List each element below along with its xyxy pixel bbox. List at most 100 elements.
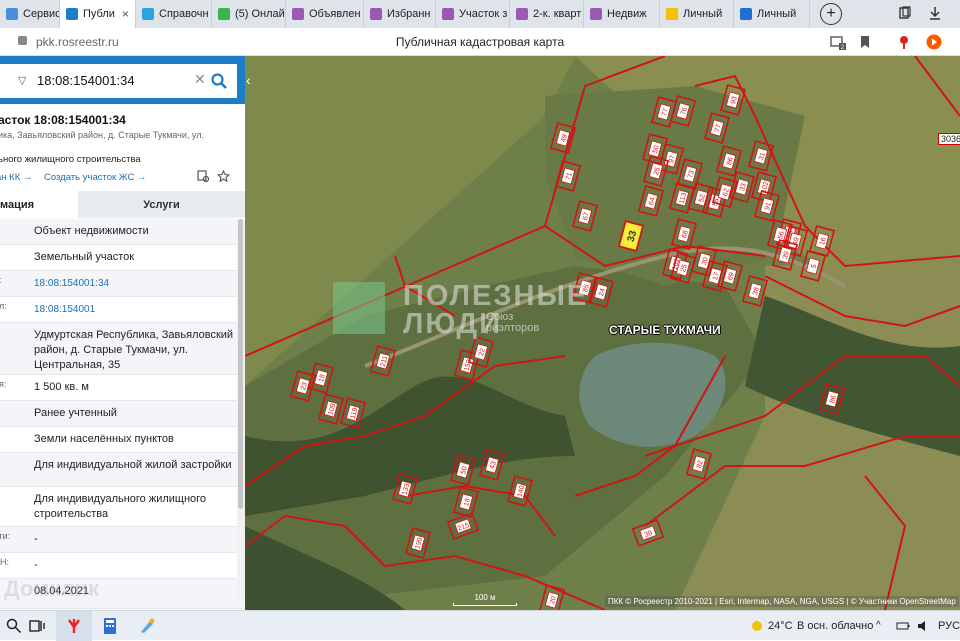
tab-label: (5) Онлай [235,8,285,20]
browser-tab[interactable]: Справочн [136,0,212,28]
address-bar: pkk.rosreestr.ru Публичная кадастровая к… [0,28,960,56]
map-attribution: ПКК © Росреестр 2010-2021 | Esri, Interm… [605,596,959,607]
create-parcel-link[interactable]: Создать участок ЖС → [44,172,146,183]
tab-label: Публи [83,8,115,20]
browser-tab[interactable]: Личный [734,0,810,28]
attribute-row: Для индивидуальной жилой застройки [0,453,245,487]
search-input[interactable]: 18:08:154001:34 [37,73,135,88]
paint-icon[interactable] [138,617,156,635]
tab-favicon-icon [590,8,602,20]
weather-icon [752,621,762,631]
attribute-value: Земельный участок [34,251,135,263]
lock-icon [18,36,27,45]
tab-label: Объявлен [309,8,361,20]
new-tab-button[interactable]: + [820,3,842,25]
parcel-title: асток 18:08:154001:34 [0,113,126,127]
bookmark-icon[interactable] [857,34,873,50]
browser-tab[interactable]: Личный [660,0,734,28]
task-view-icon[interactable] [28,617,46,635]
tab-label: Участок з [459,8,508,20]
browser-tab[interactable]: Публи × [60,0,136,28]
temperature-label: 24°C [768,620,793,632]
attribute-row: р: 18:08:154001:34 [0,271,245,297]
close-tab-icon[interactable]: × [122,7,129,21]
battery-icon[interactable] [896,619,910,633]
attribute-row: ал: 18:08:154001 [0,297,245,323]
attribute-value: Объект недвижимости [34,225,149,237]
attribute-row: Ранее учтенный [0,401,245,427]
parcel[interactable]: 38 [741,275,769,307]
attribute-link[interactable]: 18:08:154001 [34,302,239,317]
parcel[interactable]: 20 [538,584,566,610]
watermark-logo [333,282,385,334]
play-icon[interactable] [926,34,942,50]
copy-icon[interactable] [197,170,210,183]
star-icon[interactable] [217,170,230,183]
neighbor-parcel-label[interactable]: 3036 [938,133,960,145]
browser-tab[interactable]: 2-к. кварт [510,0,584,28]
attribute-value: Для индивидуального жилищного строительс… [34,493,207,520]
browser-tab[interactable]: Недвиж [584,0,660,28]
attribute-key: РН: [0,557,10,567]
tab-label: Личный [757,8,797,20]
tab-favicon-icon [6,8,18,20]
tab-label: 2-к. кварт [533,8,582,20]
attribute-key: р: [0,275,2,285]
tab-favicon-icon [370,8,382,20]
attribute-value: Ранее учтенный [34,407,117,419]
plan-link[interactable]: ан КК → [0,172,32,183]
attribute-value: - [34,533,38,545]
browser-tab[interactable]: Объявлен [286,0,364,28]
download-icon[interactable] [928,6,942,20]
watermark-sub: Союз риэлторов [486,311,540,334]
tab-label: Личный [683,8,723,20]
tab-information[interactable]: мация [0,191,78,218]
tab-favicon-icon [66,8,78,20]
tab-favicon-icon [516,8,528,20]
village-label: СТАРЫЕ ТУКМАЧИ [609,323,721,337]
collapse-panel-icon[interactable]: ‹ [246,72,251,88]
chevron-down-icon[interactable]: ▽ [18,74,26,87]
attribute-row: Земли населённых пунктов [0,427,245,453]
parcel-use-short: ьного жилищного строительства [0,154,141,165]
browser-tab[interactable]: (5) Онлай [212,0,286,28]
clear-icon[interactable]: ✕ [194,71,206,88]
parcel[interactable]: 82 [685,448,713,480]
language-indicator[interactable]: РУС [938,620,960,632]
browser-tab[interactable]: Сервисы [0,0,60,28]
browser-tab[interactable]: Участок з [436,0,510,28]
attribute-key: ия: [0,379,7,389]
tab-label: Справочн [159,8,209,20]
search-icon[interactable] [5,617,23,635]
browser-tabbar: Сервисы Публи × Справочн (5) Онлай Объявлен Из… [0,0,960,28]
tab-favicon-icon [442,8,454,20]
yandex-browser-icon[interactable] [65,617,83,635]
calculator-icon[interactable] [101,617,119,635]
browser-tab[interactable]: Избранн [364,0,436,28]
notification-icon[interactable]: 2 [830,34,846,50]
parcel-address-short: ика, Завьяловский район, д. Старые Тукма… [0,130,204,140]
parcel[interactable]: 39 [631,519,665,547]
page-title: Публичная кадастровая карта [395,35,565,49]
search-bar: ▽ 18:08:154001:34 ✕ [0,56,245,104]
url-field[interactable]: pkk.rosreestr.ru [36,35,119,49]
tab-favicon-icon [142,8,154,20]
attribute-value: 1 500 кв. м [34,381,89,393]
location-pin-icon[interactable] [896,34,912,50]
search-box[interactable]: ▽ 18:08:154001:34 ✕ [0,64,237,98]
volume-icon[interactable] [916,619,930,633]
attribute-key: сти: [0,531,11,541]
tab-favicon-icon [740,8,752,20]
attribute-row: ия: 1 500 кв. м [0,375,245,401]
attribute-row: Удмуртская Республика, Завьяловский райо… [0,323,245,375]
tray-chevron-icon[interactable]: ^ [876,620,881,631]
tab-label: Сервисы [23,8,59,20]
tab-services[interactable]: Услуги [78,191,245,218]
scrollbar-thumb[interactable] [238,219,243,509]
tab-label: Недвиж [607,8,647,20]
search-icon[interactable] [210,72,228,90]
cadastral-map[interactable]: 49 71 67 77 76 97 113 50 25 73 52 55 64 86 93 77 62 33 31 1… [245,56,960,610]
attribute-key: ал: [0,301,7,311]
tab-list-icon[interactable] [898,6,912,20]
attribute-link[interactable]: 18:08:154001:34 [34,276,239,291]
